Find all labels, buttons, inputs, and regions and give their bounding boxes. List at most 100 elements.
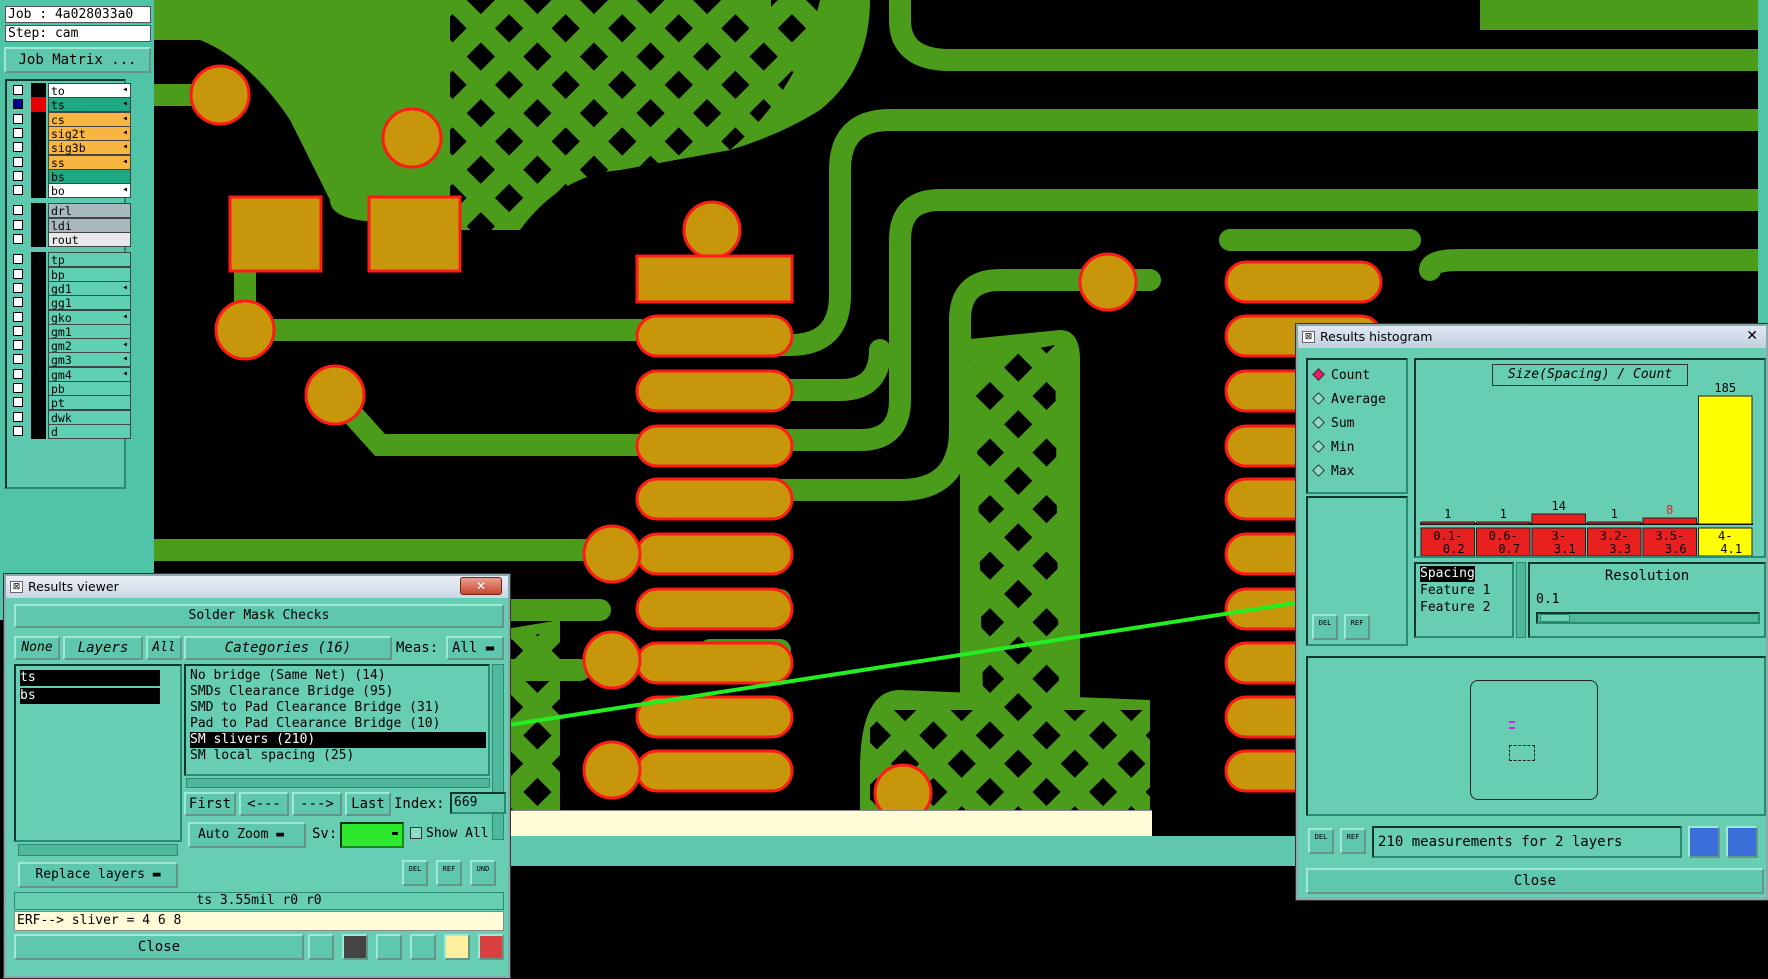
first-button[interactable]: First	[184, 792, 236, 816]
layer-name[interactable]: tp	[48, 252, 131, 268]
histogram-bar[interactable]	[1587, 521, 1642, 525]
resolution-slider[interactable]	[1536, 612, 1760, 624]
layer-name[interactable]: gg1	[48, 295, 131, 311]
layer-color-swatch[interactable]	[31, 295, 46, 311]
category-item[interactable]: SM slivers (210)	[190, 732, 486, 748]
category-item[interactable]: SMDs Clearance Bridge (95)	[190, 684, 394, 700]
layer-row-bo[interactable]: bo ◂	[9, 183, 131, 199]
layer-color-swatch[interactable]	[31, 280, 46, 296]
layer-name[interactable]: rout	[48, 232, 131, 247]
layer-checkbox[interactable]	[13, 99, 23, 110]
mode-radio-sum[interactable]: Sum	[1312, 416, 1354, 431]
layer-color-swatch[interactable]	[31, 323, 46, 339]
layer-name[interactable]: gd1 ◂	[48, 280, 131, 296]
replace-layers-dropdown[interactable]: Replace layers ▬	[18, 862, 178, 888]
mode-radio-count[interactable]: Count	[1312, 368, 1370, 383]
layer-checkbox[interactable]	[13, 205, 23, 216]
show-all-checkbox[interactable]	[410, 827, 422, 839]
layer-checkbox[interactable]	[13, 282, 23, 293]
field-item[interactable]: Spacing	[1420, 566, 1475, 582]
none-button[interactable]: None	[14, 636, 60, 660]
clear-icon[interactable]	[376, 934, 402, 960]
layer-list[interactable]: to ◂ ts ◂ cs ◂ sig2t ◂ sig3b ◂ ss ◂ bs bo ◂ drl ldi rout t…	[5, 79, 131, 489]
horizontal-scrollbar[interactable]	[18, 844, 178, 856]
field-list[interactable]: Spacing Feature 1 Feature 2	[1414, 562, 1514, 638]
layer-name[interactable]: sig2t ◂	[48, 125, 131, 141]
layer-color-swatch[interactable]	[31, 423, 46, 439]
layer-color-swatch[interactable]	[31, 168, 46, 184]
layer-name[interactable]: gko ◂	[48, 309, 131, 325]
layer-name[interactable]: to ◂	[48, 83, 131, 98]
layer-color-swatch[interactable]	[31, 381, 46, 396]
layer-color-swatch[interactable]	[31, 140, 46, 156]
layer-checkbox[interactable]	[13, 368, 23, 379]
layer-color-swatch[interactable]	[31, 203, 46, 219]
histogram-chart[interactable]: 1 0.1-0.2 1 0.6-0.7 14 3-3.1 1 3.2-3.3 8 3.5-3.6 1…	[1416, 360, 1764, 556]
category-item[interactable]: SM local spacing (25)	[190, 748, 354, 764]
layer-name[interactable]: pt	[48, 395, 131, 411]
histogram-bar[interactable]	[1420, 521, 1475, 525]
layer-icon[interactable]	[308, 934, 334, 960]
layer-color-swatch[interactable]	[31, 352, 46, 368]
zoom-select-icon[interactable]	[1726, 826, 1758, 858]
ref-button[interactable]: REF	[1344, 614, 1370, 640]
layer-name[interactable]: drl	[48, 203, 131, 219]
layer-name[interactable]: dwk	[48, 409, 131, 425]
layer-color-swatch[interactable]	[31, 97, 46, 113]
list-item[interactable]: ts	[20, 670, 160, 686]
histogram-icon[interactable]	[478, 934, 504, 960]
layer-name[interactable]: gm3 ◂	[48, 352, 131, 368]
layer-color-swatch[interactable]	[31, 395, 46, 411]
histogram-titlebar[interactable]: ⊠ Results histogram ✕	[1298, 326, 1766, 348]
layer-name[interactable]: cs ◂	[48, 111, 131, 127]
report-icon[interactable]	[444, 934, 470, 960]
layer-checkbox[interactable]	[13, 113, 23, 124]
histogram-bar[interactable]	[1698, 395, 1753, 525]
ref-button[interactable]: REF	[1340, 828, 1366, 854]
layer-name[interactable]: gm4 ◂	[48, 366, 131, 382]
category-item[interactable]: No bridge (Same Net) (14)	[190, 668, 386, 684]
auto-zoom-dropdown[interactable]: Auto Zoom ▬	[188, 822, 306, 848]
field-item[interactable]: Feature 1	[1420, 583, 1490, 599]
layer-checkbox[interactable]	[13, 170, 23, 181]
layer-row-d[interactable]: d	[9, 423, 131, 440]
layer-name[interactable]: ldi	[48, 217, 131, 233]
layer-checkbox[interactable]	[13, 85, 23, 95]
slider-thumb[interactable]	[1540, 614, 1570, 622]
layer-color-swatch[interactable]	[31, 366, 46, 382]
layer-color-swatch[interactable]	[31, 252, 46, 268]
layer-checkbox[interactable]	[13, 425, 23, 436]
right-toolbar[interactable]	[1758, 0, 1768, 330]
next-button[interactable]: --->	[292, 792, 342, 816]
layer-name[interactable]: gm2 ◂	[48, 338, 131, 354]
layer-color-swatch[interactable]	[31, 154, 46, 170]
layer-color-swatch[interactable]	[31, 183, 46, 199]
layer-name[interactable]: pb	[48, 381, 131, 396]
job-matrix-button[interactable]: Job Matrix ...	[4, 47, 151, 73]
layer-name[interactable]: ts ◂	[48, 97, 131, 113]
layer-color-swatch[interactable]	[31, 232, 46, 247]
und-button[interactable]: UND	[470, 860, 496, 886]
del-button[interactable]: DEL	[402, 860, 428, 886]
ref-button[interactable]: REF	[436, 860, 462, 886]
close-icon[interactable]: ✕	[1746, 326, 1758, 347]
layer-color-swatch[interactable]	[31, 83, 46, 98]
category-item[interactable]: Pad to Pad Clearance Bridge (10)	[190, 716, 440, 732]
close-button[interactable]: Close	[14, 934, 304, 960]
prev-button[interactable]: <---	[239, 792, 289, 816]
sv-color-dropdown[interactable]: ▬	[340, 822, 404, 848]
close-icon[interactable]: ✕	[460, 577, 502, 595]
layer-checkbox[interactable]	[13, 325, 23, 336]
zoom-fit-icon[interactable]	[1688, 826, 1720, 858]
layer-color-swatch[interactable]	[31, 309, 46, 325]
field-item[interactable]: Feature 2	[1420, 600, 1490, 616]
results-viewer-titlebar[interactable]: ⊠ Results viewer ✕	[6, 576, 508, 598]
close-button[interactable]: Close	[1306, 868, 1764, 894]
del-button[interactable]: DEL	[1308, 828, 1334, 854]
layer-color-swatch[interactable]	[31, 266, 46, 282]
layer-name[interactable]: bp	[48, 266, 131, 282]
layer-color-swatch[interactable]	[31, 409, 46, 425]
layer-checkbox[interactable]	[13, 311, 23, 322]
layer-name[interactable]: bs	[48, 168, 131, 184]
layer-checkbox[interactable]	[13, 354, 23, 365]
